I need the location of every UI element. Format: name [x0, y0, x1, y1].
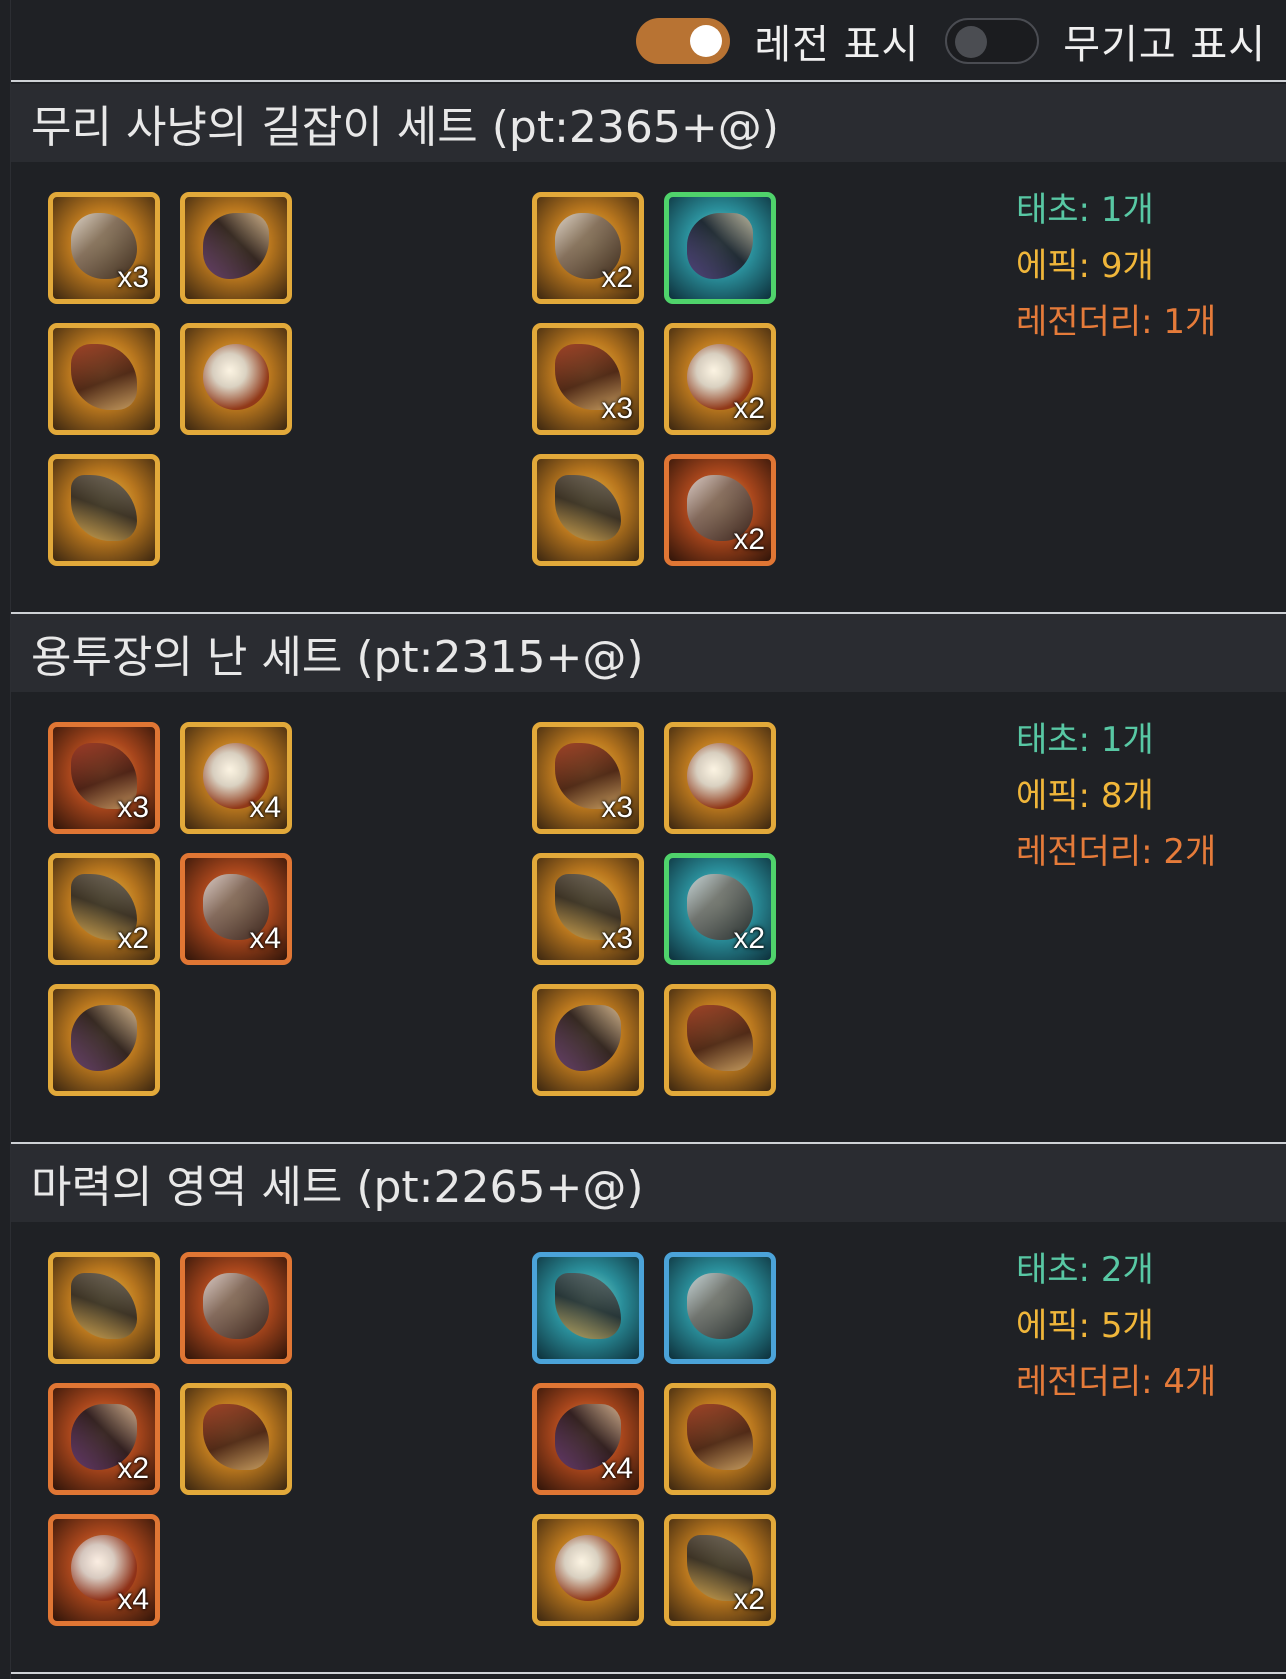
legend-display-label: 레전 표시: [754, 22, 920, 68]
ring-bracelet-icon: [555, 1273, 621, 1339]
pearl-icon: [687, 1005, 753, 1071]
item-slot[interactable]: x3: [48, 192, 160, 304]
item-slot[interactable]: x2: [48, 1383, 160, 1495]
fang-necklace-icon: [687, 213, 753, 279]
item-slot[interactable]: x2: [664, 853, 776, 965]
item-slot[interactable]: x2: [664, 1514, 776, 1626]
dragon-necklace-icon: [687, 743, 753, 809]
armory-display-toggle[interactable]: [945, 18, 1040, 64]
quantity-label: x4: [249, 922, 281, 955]
quantity-label: x4: [249, 791, 281, 824]
item-slot[interactable]: [664, 1252, 776, 1364]
set-title: 무리 사냥의 길잡이 세트 (pt:2365+@): [31, 102, 779, 153]
item-slot[interactable]: [48, 323, 160, 435]
item-slot[interactable]: [180, 323, 292, 435]
lattice-ring-icon: [687, 1404, 753, 1470]
item-slot[interactable]: [532, 454, 644, 566]
item-slot[interactable]: [48, 984, 160, 1096]
set-items-panel: x3 x4 x2 x4 x3 x3 x2 태초: 1개에픽: 8개레전더리: 2개: [11, 692, 1286, 1140]
epic-count: 에픽: 5개: [1016, 1306, 1154, 1346]
grade-summary: 태초: 1개에픽: 9개레전더리: 1개: [1016, 182, 1216, 350]
witch-hat-icon: [71, 1273, 137, 1339]
item-slot[interactable]: x3: [532, 323, 644, 435]
quantity-label: x2: [733, 1583, 765, 1616]
quantity-label: x3: [117, 261, 149, 294]
display-toggle-bar: 레전 표시 무기고 표시: [11, 0, 1286, 82]
set-header: 마력의 영역 세트 (pt:2265+@): [11, 1144, 1286, 1222]
quantity-label: x4: [117, 1583, 149, 1616]
quantity-label: x3: [601, 791, 633, 824]
toggle-knob: [690, 25, 723, 57]
quantity-label: x2: [733, 523, 765, 556]
quantity-label: x3: [601, 392, 633, 425]
belt-icon: [203, 344, 269, 410]
item-slot[interactable]: [664, 722, 776, 834]
grade-summary: 태초: 2개에픽: 5개레전더리: 4개: [1016, 1242, 1216, 1410]
item-slot[interactable]: x3: [532, 853, 644, 965]
orb-staff-icon: [555, 1535, 621, 1601]
item-slot[interactable]: [532, 984, 644, 1096]
divider: [11, 1672, 1286, 1674]
legend-display-toggle[interactable]: [636, 18, 731, 64]
set-title: 용투장의 난 세트 (pt:2315+@): [31, 632, 644, 683]
toggle-knob: [955, 26, 988, 58]
scythe-icon: [555, 1005, 621, 1071]
quantity-label: x2: [733, 392, 765, 425]
pants-icon: [71, 344, 137, 410]
item-slot[interactable]: x4: [180, 853, 292, 965]
item-slot[interactable]: x4: [532, 1383, 644, 1495]
legendary-count: 레전더리: 2개: [1016, 832, 1217, 872]
item-slot[interactable]: [48, 1252, 160, 1364]
item-slot[interactable]: x2: [664, 454, 776, 566]
divider: [11, 80, 1286, 82]
quantity-label: x4: [601, 1452, 633, 1485]
claw-boots-icon: [71, 1005, 137, 1071]
legendary-count: 레전더리: 4개: [1016, 1362, 1217, 1402]
set-header: 무리 사냥의 길잡이 세트 (pt:2365+@): [11, 84, 1286, 162]
quantity-label: x2: [601, 261, 633, 294]
set-items-panel: x2 x4 x4 x2 태초: 2개에픽: 5개레전더리: 4개: [11, 1222, 1286, 1670]
item-slot[interactable]: x2: [48, 853, 160, 965]
epic-count: 에픽: 8개: [1016, 776, 1154, 816]
quantity-label: x3: [117, 791, 149, 824]
set-header: 용투장의 난 세트 (pt:2315+@): [11, 614, 1286, 692]
boots-icon: [71, 475, 137, 541]
flame-necklace-icon: [687, 1273, 753, 1339]
legendary-count: 레전더리: 1개: [1016, 302, 1217, 342]
item-slot[interactable]: x4: [180, 722, 292, 834]
item-slot[interactable]: [180, 1383, 292, 1495]
magic-belt-icon: [203, 1404, 269, 1470]
set-items-panel: x3 x2 x3 x2 x2 태초: 1개에픽: 9개레전더리: 1개: [11, 162, 1286, 610]
item-slot[interactable]: x3: [48, 722, 160, 834]
set-title: 마력의 영역 세트 (pt:2265+@): [31, 1162, 644, 1213]
quantity-label: x3: [601, 922, 633, 955]
armor-icon: [203, 213, 269, 279]
item-slot[interactable]: [532, 1514, 644, 1626]
armory-display-label: 무기고 표시: [1063, 22, 1266, 68]
quantity-label: x2: [733, 922, 765, 955]
mythic-count: 태초: 2개: [1016, 1250, 1154, 1290]
grade-summary: 태초: 1개에픽: 8개레전더리: 2개: [1016, 712, 1216, 880]
mythic-count: 태초: 1개: [1016, 720, 1154, 760]
item-slot[interactable]: [180, 192, 292, 304]
item-slot[interactable]: [48, 454, 160, 566]
item-slot[interactable]: [664, 984, 776, 1096]
horn-icon: [555, 475, 621, 541]
quantity-label: x2: [117, 1452, 149, 1485]
item-slot[interactable]: [664, 192, 776, 304]
item-slot[interactable]: [180, 1252, 292, 1364]
item-slot[interactable]: x4: [48, 1514, 160, 1626]
item-slot[interactable]: [664, 1383, 776, 1495]
item-slot[interactable]: x3: [532, 722, 644, 834]
item-slot[interactable]: x2: [532, 192, 644, 304]
robe-icon: [203, 1273, 269, 1339]
quantity-label: x2: [117, 922, 149, 955]
item-slot[interactable]: [532, 1252, 644, 1364]
equipment-panel: 레전 표시 무기고 표시 무리 사냥의 길잡이 세트 (pt:2365+@) x3…: [10, 0, 1286, 1679]
item-slot[interactable]: x2: [664, 323, 776, 435]
mythic-count: 태초: 1개: [1016, 190, 1154, 230]
epic-count: 에픽: 9개: [1016, 246, 1154, 286]
